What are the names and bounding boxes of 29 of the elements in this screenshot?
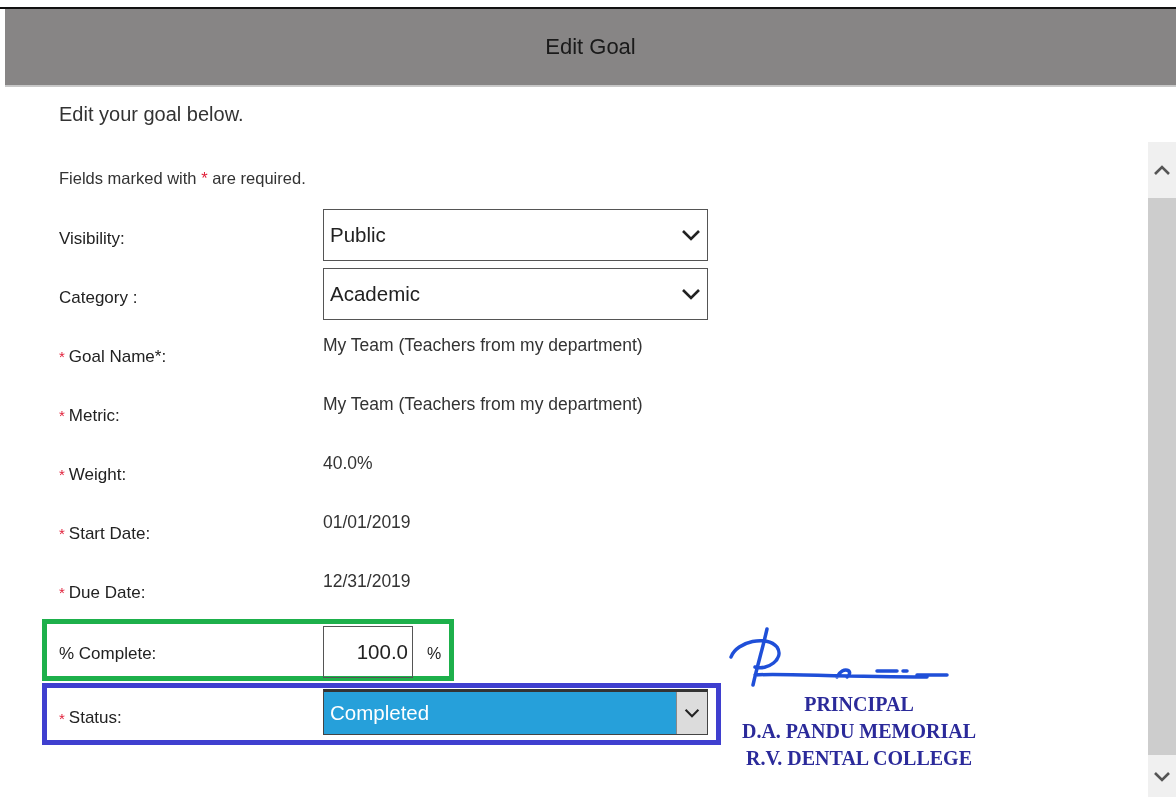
chevron-down-icon: [681, 228, 701, 241]
field-label: % Complete:: [59, 643, 158, 664]
unit-label: %: [427, 644, 442, 663]
field-value: 12/31/2019: [323, 570, 411, 592]
required-note: Fields marked with * are required.: [59, 169, 307, 188]
field-label: Visibility:: [59, 227, 126, 249]
stamp-text: D.A. PANDU MEMORIAL: [741, 719, 977, 744]
field-label: * Due Date:: [59, 581, 147, 603]
intro-text: Edit your goal below.: [59, 103, 245, 126]
field-label: * Goal Name*:: [59, 345, 168, 367]
field-label: * Start Date:: [59, 522, 152, 544]
select-field[interactable]: Public: [323, 208, 708, 261]
scroll-up-icon[interactable]: [1154, 165, 1170, 175]
chevron-down-icon: [684, 708, 700, 718]
field-label: * Weight:: [59, 463, 128, 485]
scroll-down-icon[interactable]: [1154, 772, 1170, 782]
percent-input[interactable]: 100.0: [323, 626, 413, 678]
stamp-text: PRINCIPAL: [804, 692, 914, 717]
field-label: Category :: [59, 286, 139, 308]
field-value: 01/01/2019: [323, 511, 411, 533]
field-value: 40.0%: [323, 452, 373, 474]
field-label: * Metric:: [59, 404, 121, 426]
select-field[interactable]: Academic: [323, 267, 708, 320]
dialog-title: Edit Goal: [545, 34, 636, 60]
field-value: My Team (Teachers from my department): [323, 393, 643, 415]
field-value: My Team (Teachers from my department): [323, 334, 643, 356]
field-label: * Status:: [59, 707, 123, 728]
stamp-text: R.V. DENTAL COLLEGE: [746, 746, 972, 771]
chevron-down-icon: [681, 287, 701, 300]
